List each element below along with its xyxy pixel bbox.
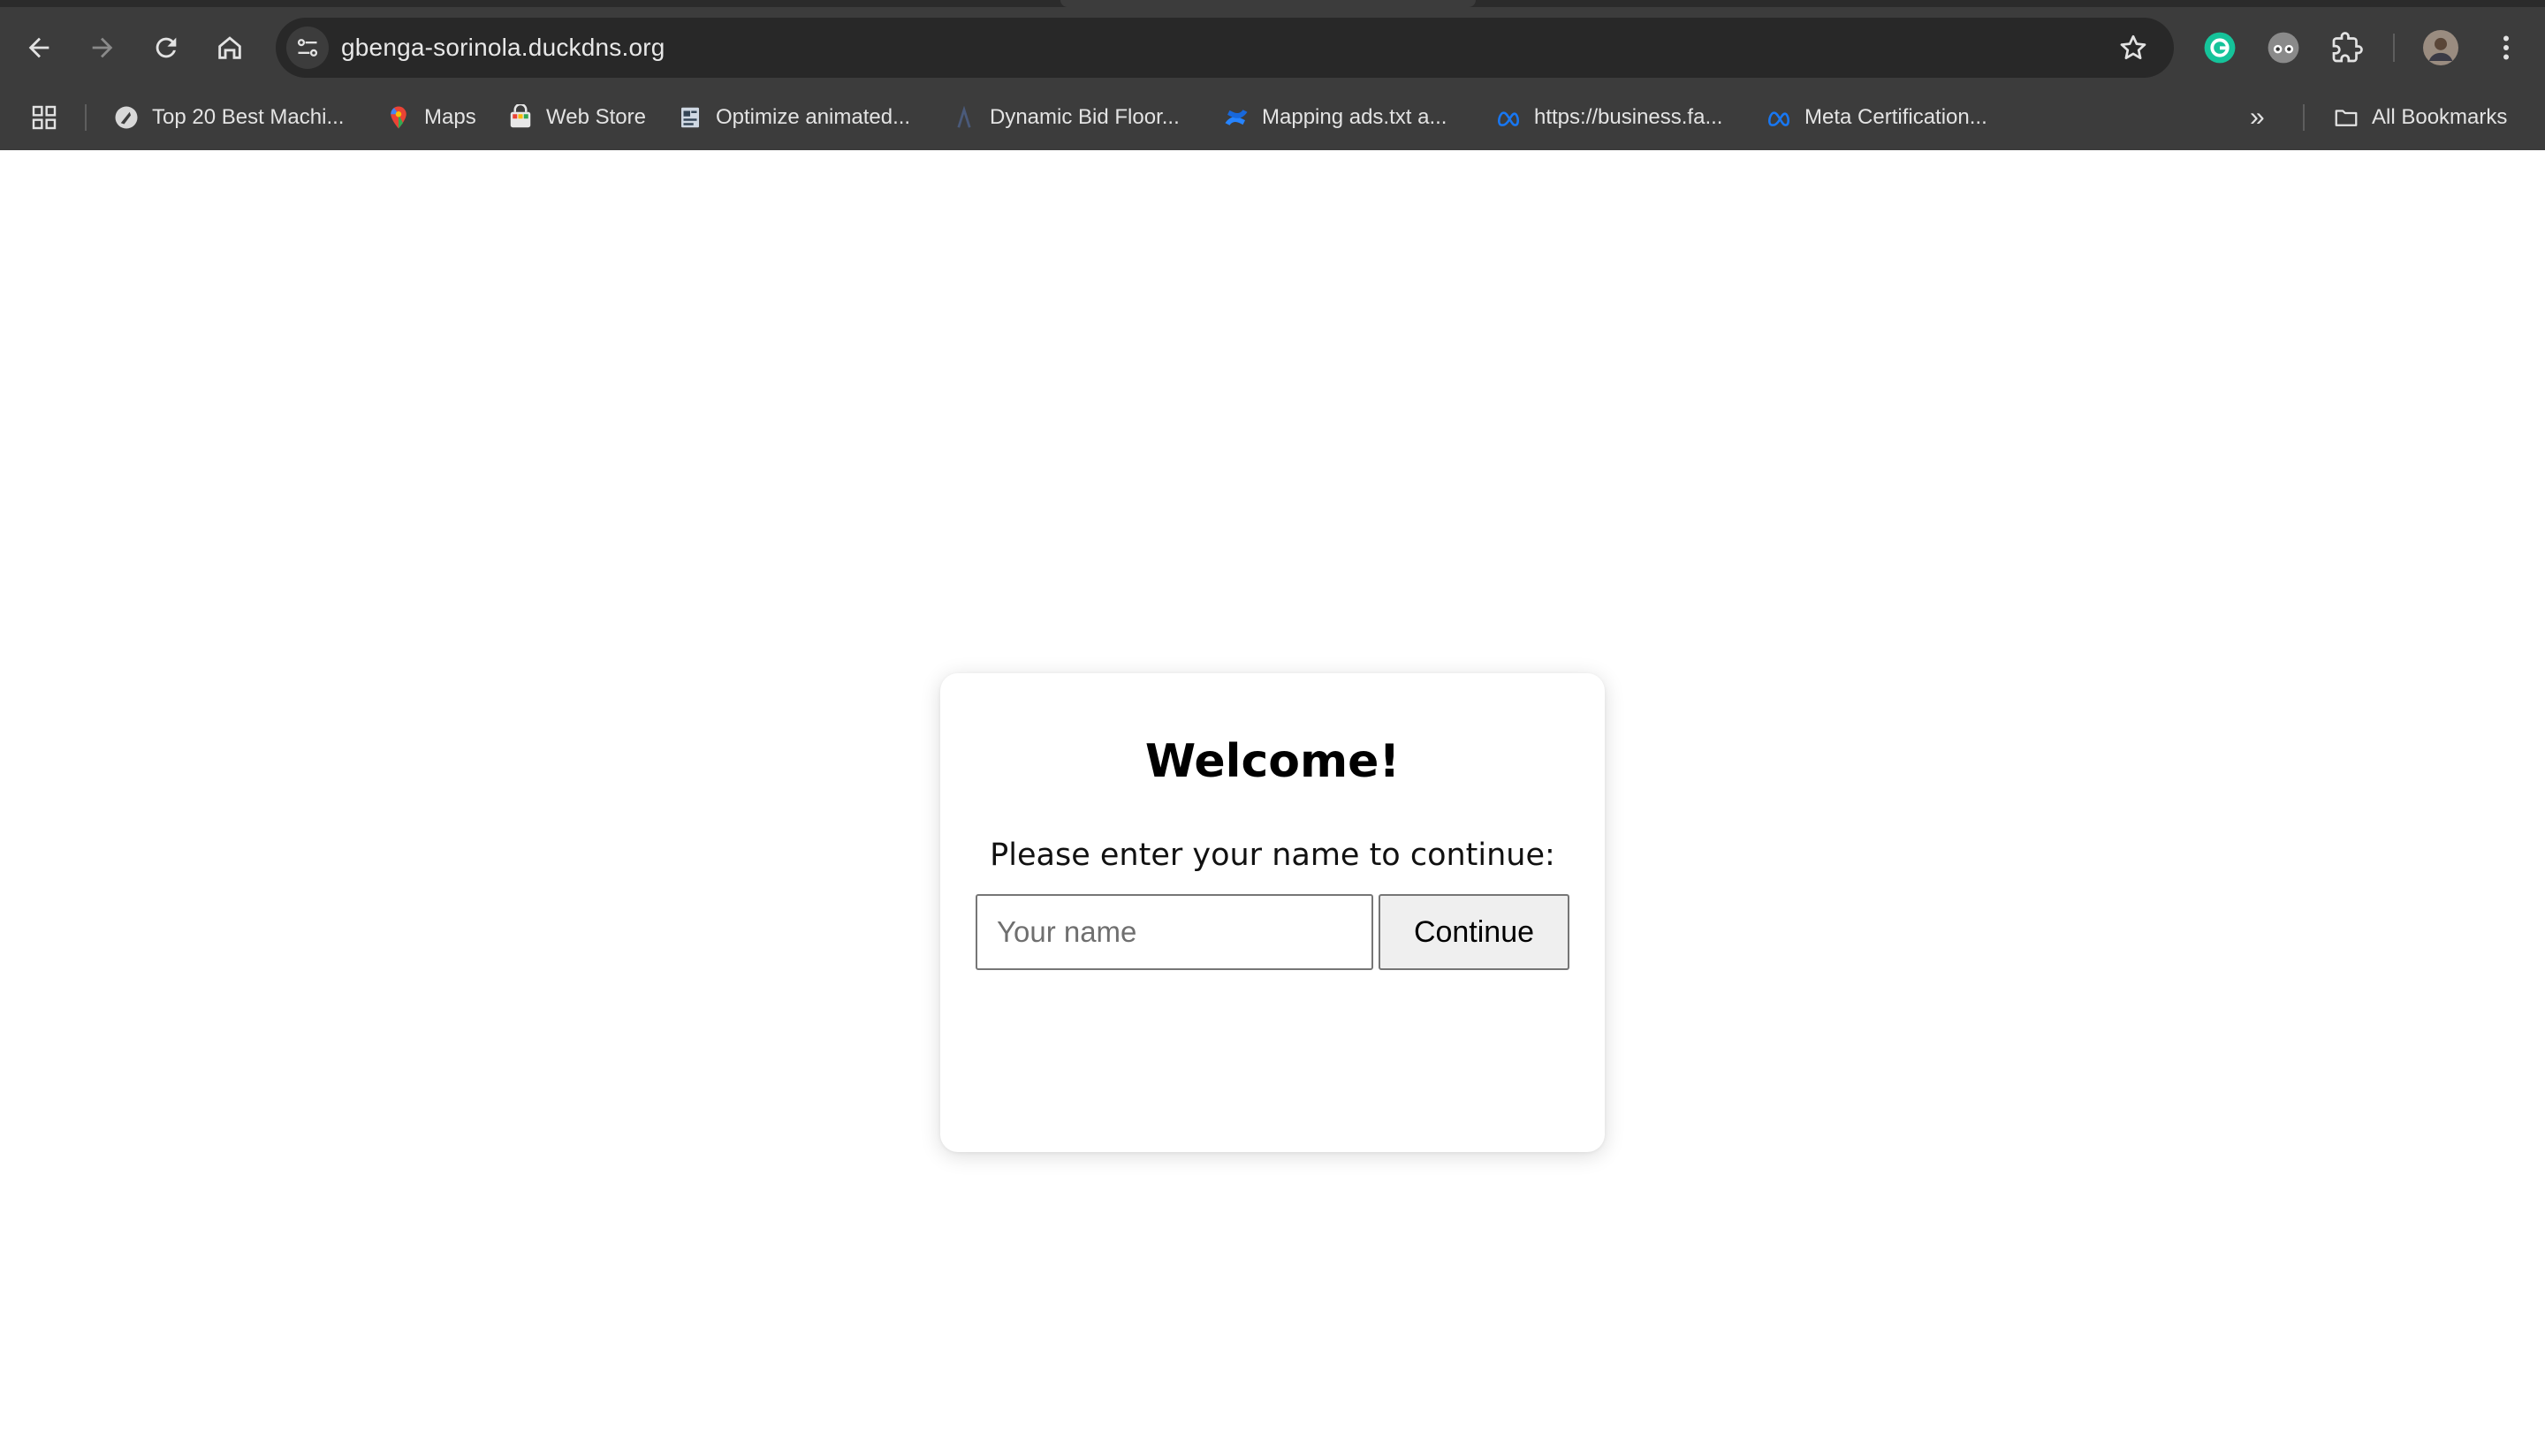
apps-grid-icon — [32, 105, 57, 130]
confluence-icon — [1223, 104, 1250, 131]
home-icon — [218, 36, 241, 59]
bookmarks-divider — [2303, 104, 2305, 131]
back-arrow-icon — [28, 37, 49, 58]
toolbar-divider — [2393, 34, 2395, 62]
maps-pin-icon — [385, 104, 412, 131]
bookmark-star-icon[interactable] — [2117, 32, 2149, 64]
bookmark-label: Mapping ads.txt a... — [1262, 105, 1447, 129]
reload-icon — [156, 37, 177, 58]
all-bookmarks-button[interactable]: All Bookmarks — [2333, 95, 2507, 140]
page-content: Welcome! Please enter your name to conti… — [0, 150, 2545, 1456]
profile-button[interactable] — [2421, 28, 2460, 67]
reload-button[interactable] — [140, 21, 193, 74]
tab-edge[interactable] — [1060, 0, 1476, 7]
all-bookmarks-label: All Bookmarks — [2372, 105, 2508, 129]
bookmarks-bar: Top 20 Best Machi... Maps Web Store Opti… — [0, 95, 2545, 140]
bookmark-item[interactable]: Meta Certification... — [1766, 95, 1987, 140]
bookmark-label: Optimize animated... — [716, 105, 911, 129]
bookmark-item[interactable]: https://business.fa... — [1495, 95, 1722, 140]
back-button[interactable] — [12, 21, 65, 74]
browser-chrome: gbenga-sorinola.duckdns.org Top 20 Best … — [0, 0, 2545, 150]
kebab-menu-icon — [2503, 35, 2509, 60]
incognito-glasses-icon — [2268, 32, 2299, 64]
address-bar[interactable]: gbenga-sorinola.duckdns.org — [276, 18, 2174, 78]
site-info-icon — [297, 39, 318, 57]
grammarly-extension[interactable] — [2200, 28, 2239, 67]
document-icon — [677, 104, 703, 131]
forward-arrow-icon — [92, 37, 113, 58]
welcome-title: Welcome! — [1144, 735, 1401, 788]
continue-button[interactable]: Continue — [1379, 894, 1569, 970]
extensions-puzzle-icon — [2332, 32, 2363, 63]
welcome-prompt: Please enter your name to continue: — [990, 838, 1555, 873]
bookmark-label: Web Store — [546, 105, 646, 129]
bookmark-label: Maps — [424, 105, 476, 129]
browser-toolbar: gbenga-sorinola.duckdns.org — [0, 9, 2545, 87]
bookmark-label: https://business.fa... — [1534, 105, 1723, 129]
grammarly-icon — [2204, 32, 2236, 64]
bookmark-item[interactable]: Maps — [385, 95, 476, 140]
apps-button[interactable] — [30, 95, 58, 140]
tab-strip — [0, 0, 2545, 7]
url-text[interactable]: gbenga-sorinola.duckdns.org — [341, 18, 665, 78]
bookmark-item[interactable]: Top 20 Best Machi... — [113, 95, 344, 140]
web-store-icon — [507, 104, 534, 131]
bookmark-label: Meta Certification... — [1804, 105, 1987, 129]
folder-icon — [2333, 104, 2359, 131]
forward-button[interactable] — [76, 21, 129, 74]
meta-icon — [1495, 104, 1522, 131]
bookmark-item[interactable]: Web Store — [507, 95, 646, 140]
site-info-button[interactable] — [286, 27, 329, 69]
home-button[interactable] — [203, 21, 256, 74]
bookmark-item[interactable]: Optimize animated... — [677, 95, 910, 140]
browser-menu-button[interactable] — [2487, 28, 2526, 67]
bookmarks-overflow-button[interactable]: » — [2250, 95, 2265, 140]
meta-icon — [1766, 104, 1792, 131]
bookmark-label: Dynamic Bid Floor... — [990, 105, 1180, 129]
profile-avatar — [2423, 30, 2458, 65]
name-input[interactable] — [976, 894, 1373, 970]
bookmarks-divider — [85, 104, 87, 131]
bookmark-item[interactable]: Mapping ads.txt a... — [1223, 95, 1447, 140]
incognito-extension[interactable] — [2264, 28, 2303, 67]
chevron-double-right-icon: » — [2250, 102, 2265, 132]
bookmark-item[interactable]: Dynamic Bid Floor... — [951, 95, 1180, 140]
welcome-card: Welcome! Please enter your name to conti… — [940, 673, 1605, 1152]
lambda-icon — [951, 104, 977, 131]
bookmark-label: Top 20 Best Machi... — [152, 105, 345, 129]
feather-circle-icon — [113, 104, 140, 131]
extensions-button[interactable] — [2328, 28, 2366, 67]
